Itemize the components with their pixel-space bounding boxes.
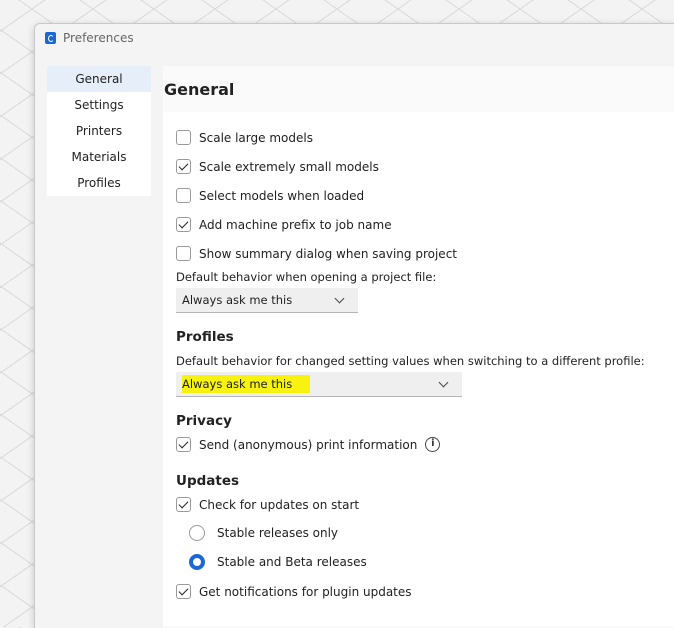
sidebar-item-materials[interactable]: Materials — [47, 144, 151, 170]
check-updates-option[interactable]: Check for updates on start — [176, 497, 359, 512]
title-bar: Preferences — [35, 24, 674, 54]
summary-dialog-label: Show summary dialog when saving project — [199, 246, 457, 261]
stable-only-option[interactable]: Stable releases only — [189, 525, 338, 541]
machine-prefix-option[interactable]: Add machine prefix to job name — [176, 217, 392, 232]
plugin-notifications-label: Get notifications for plugin updates — [199, 584, 412, 599]
privacy-heading: Privacy — [176, 413, 232, 429]
stable-beta-label: Stable and Beta releases — [217, 555, 367, 569]
scale-large-models-label: Scale large models — [199, 130, 313, 145]
check-updates-checkbox[interactable] — [176, 497, 191, 512]
summary-dialog-option[interactable]: Show summary dialog when saving project — [176, 246, 457, 261]
project-file-behavior-value: Always ask me this — [182, 293, 293, 307]
select-models-loaded-label: Select models when loaded — [199, 188, 365, 203]
sidebar-item-profiles[interactable]: Profiles — [47, 170, 151, 196]
machine-prefix-label: Add machine prefix to job name — [199, 217, 392, 232]
app-logo-icon — [45, 32, 56, 44]
chevron-down-icon — [438, 377, 449, 388]
select-models-loaded-option[interactable]: Select models when loaded — [176, 188, 364, 203]
project-file-behavior-dropdown[interactable]: Always ask me this — [176, 288, 358, 313]
send-print-info-checkbox[interactable] — [176, 437, 191, 452]
scale-large-models-checkbox[interactable] — [176, 130, 191, 145]
send-print-info-option[interactable]: Send (anonymous) print information i — [176, 437, 441, 452]
plugin-notifications-option[interactable]: Get notifications for plugin updates — [176, 584, 412, 599]
info-icon[interactable]: i — [425, 437, 441, 452]
scale-small-models-label: Scale extremely small models — [199, 159, 379, 174]
stable-beta-radio[interactable] — [189, 554, 205, 570]
plugin-notifications-checkbox[interactable] — [176, 584, 191, 599]
profile-behavior-value: Always ask me this — [182, 375, 311, 393]
sidebar-item-settings[interactable]: Settings — [47, 92, 151, 118]
page-title: General — [164, 80, 235, 99]
profile-behavior-value-wrap: Always ask me this — [182, 375, 311, 393]
stable-only-radio[interactable] — [189, 525, 205, 541]
scale-small-models-checkbox[interactable] — [176, 159, 191, 174]
sidebar-item-printers[interactable]: Printers — [47, 118, 151, 144]
updates-heading: Updates — [176, 473, 240, 489]
machine-prefix-checkbox[interactable] — [176, 217, 191, 232]
chevron-down-icon — [334, 293, 345, 304]
general-settings-panel[interactable]: Scale large models Scale extremely small… — [163, 112, 674, 626]
stable-beta-option[interactable]: Stable and Beta releases — [189, 554, 367, 570]
sidebar-item-general[interactable]: General — [47, 66, 151, 92]
check-updates-label: Check for updates on start — [199, 497, 360, 512]
window-title: Preferences — [63, 31, 134, 45]
summary-dialog-checkbox[interactable] — [176, 246, 191, 261]
scale-small-models-option[interactable]: Scale extremely small models — [176, 159, 379, 174]
profile-behavior-dropdown[interactable]: Always ask me this — [176, 372, 462, 397]
content-area: General Scale large models Scale extreme… — [163, 66, 674, 628]
select-models-loaded-checkbox[interactable] — [176, 188, 191, 203]
preferences-sidebar: General Settings Printers Materials Prof… — [47, 66, 151, 196]
profiles-heading: Profiles — [176, 329, 234, 345]
project-file-behavior-label: Default behavior when opening a project … — [176, 270, 437, 284]
stable-only-label: Stable releases only — [217, 526, 339, 540]
profile-behavior-label: Default behavior for changed setting val… — [176, 354, 645, 368]
preferences-window: Preferences General Settings Printers Ma… — [34, 23, 674, 628]
send-print-info-label: Send (anonymous) print information — [199, 437, 418, 452]
scale-large-models-option[interactable]: Scale large models — [176, 130, 313, 145]
